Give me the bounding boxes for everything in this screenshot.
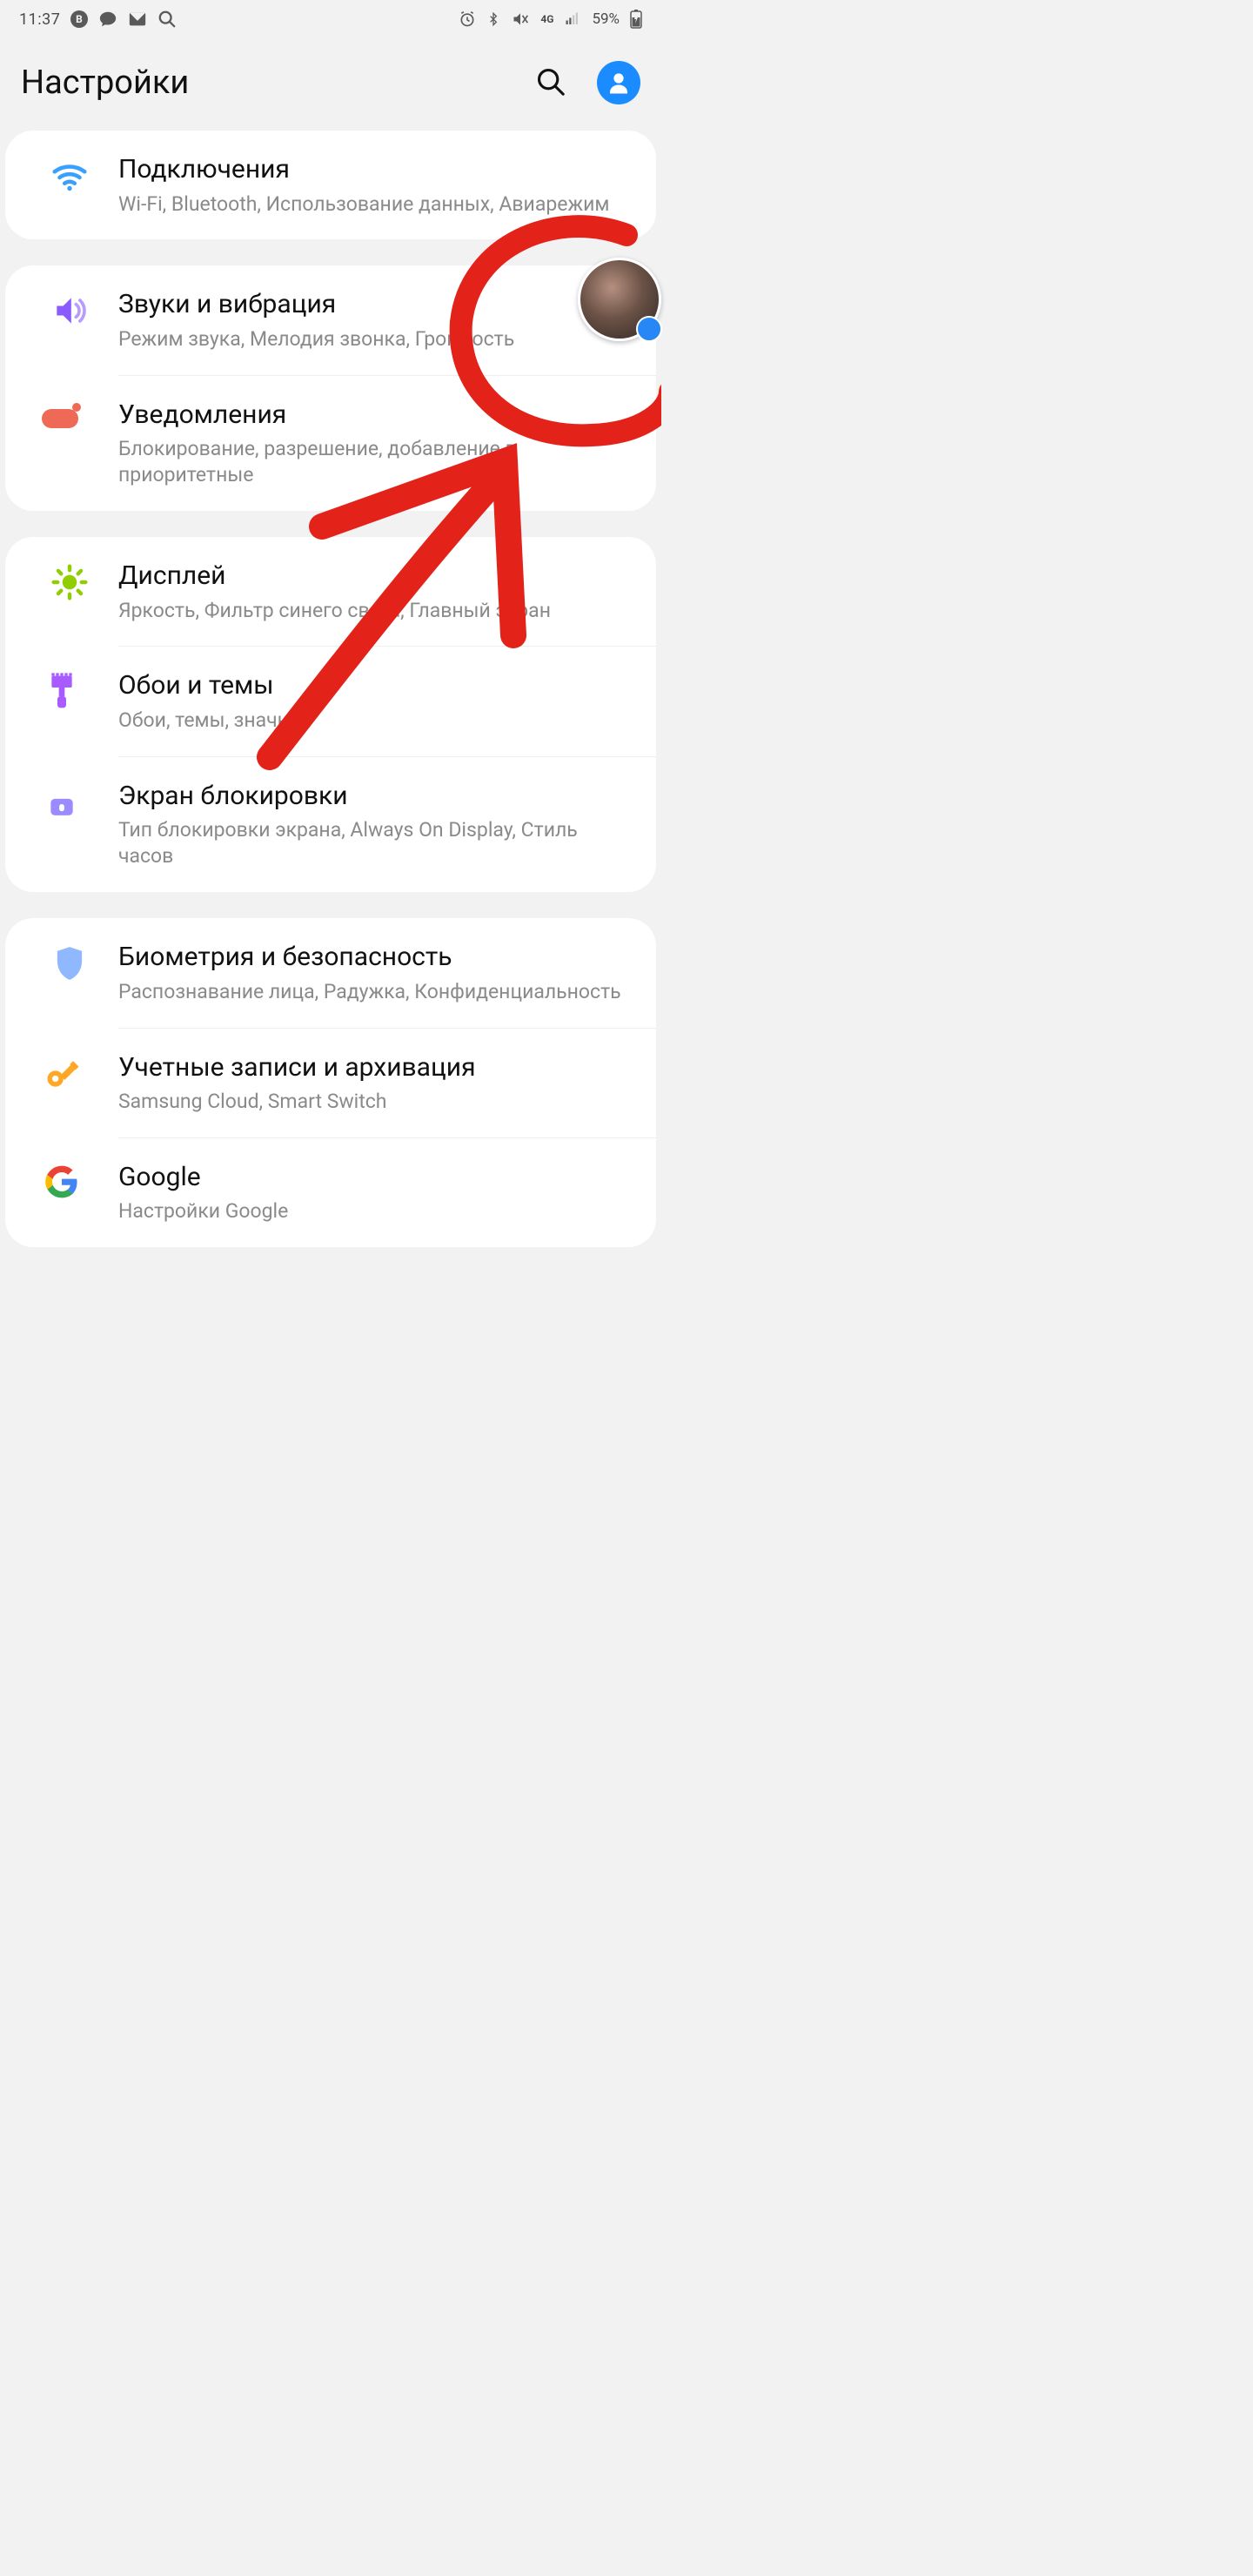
row-title: Учетные записи и архивация	[118, 1051, 635, 1084]
shield-icon	[21, 941, 118, 983]
row-google[interactable]: Google Настройки Google	[118, 1137, 656, 1247]
bluetooth-icon	[486, 10, 500, 28]
notification-icon	[5, 399, 118, 430]
profile-button[interactable]	[597, 61, 640, 104]
row-subtitle: Распознавание лица, Радужка, Конфиденциа…	[118, 979, 635, 1005]
profile-avatar-icon	[597, 61, 640, 104]
row-subtitle: Обои, темы, значки	[118, 708, 635, 734]
lock-icon	[5, 780, 118, 820]
row-title: Экран блокировки	[118, 780, 635, 813]
row-sounds[interactable]: Звуки и вибрация Режим звука, Мелодия зв…	[5, 265, 656, 374]
row-title: Подключения	[118, 153, 635, 186]
status-bar: 11:37 B 4G 59%	[0, 0, 661, 38]
network-type: 4G	[540, 14, 553, 24]
paintbrush-icon	[5, 669, 118, 711]
alarm-icon	[459, 10, 476, 28]
brightness-icon	[21, 560, 118, 601]
row-connections[interactable]: Подключения Wi-Fi, Bluetooth, Использова…	[5, 131, 656, 239]
row-subtitle: Режим звука, Мелодия звонка, Громкость	[118, 326, 635, 352]
page-title: Настройки	[21, 64, 536, 102]
row-subtitle: Тип блокировки экрана, Always On Display…	[118, 817, 635, 869]
settings-group: Дисплей Яркость, Фильтр синего света, Гл…	[5, 537, 656, 892]
row-title: Звуки и вибрация	[118, 288, 635, 321]
row-biometrics[interactable]: Биометрия и безопасность Распознавание л…	[5, 918, 656, 1027]
key-icon	[5, 1051, 118, 1093]
settings-group: Подключения Wi-Fi, Bluetooth, Использова…	[5, 131, 656, 239]
row-display[interactable]: Дисплей Яркость, Фильтр синего света, Гл…	[5, 537, 656, 646]
row-title: Обои и темы	[118, 669, 635, 702]
row-title: Биометрия и безопасность	[118, 941, 635, 974]
row-subtitle: Блокирование, разрешение, добавление в п…	[118, 436, 635, 488]
settings-group: Звуки и вибрация Режим звука, Мелодия зв…	[5, 265, 656, 511]
row-subtitle: Wi-Fi, Bluetooth, Использование данных, …	[118, 191, 635, 218]
mute-icon	[511, 10, 530, 28]
row-title: Дисплей	[118, 560, 635, 593]
settings-list: Подключения Wi-Fi, Bluetooth, Использова…	[0, 131, 661, 1247]
row-wallpaper[interactable]: Обои и темы Обои, темы, значки	[118, 646, 656, 755]
row-notifications[interactable]: Уведомления Блокирование, разрешение, до…	[118, 375, 656, 511]
settings-group: Биометрия и безопасность Распознавание л…	[5, 918, 656, 1247]
status-clock: 11:37	[19, 10, 60, 29]
search-button[interactable]	[536, 67, 566, 99]
app-header: Настройки	[0, 38, 661, 131]
signal-icon	[564, 11, 581, 27]
row-subtitle: Яркость, Фильтр синего света, Главный эк…	[118, 598, 635, 624]
message-icon	[98, 10, 117, 29]
row-accounts[interactable]: Учетные записи и архивация Samsung Cloud…	[118, 1028, 656, 1137]
row-subtitle: Samsung Cloud, Smart Switch	[118, 1089, 635, 1115]
chat-head-bubble[interactable]	[578, 258, 661, 341]
search-icon	[536, 67, 566, 97]
svg-text:B: B	[76, 13, 83, 25]
battery-icon	[630, 10, 642, 29]
row-title: Уведомления	[118, 399, 635, 432]
row-lockscreen[interactable]: Экран блокировки Тип блокировки экрана, …	[118, 756, 656, 892]
google-icon	[5, 1161, 118, 1199]
row-title: Google	[118, 1161, 635, 1194]
app-badge-icon: B	[70, 10, 88, 28]
sound-icon	[21, 288, 118, 330]
battery-percent: 59%	[592, 10, 620, 28]
wifi-icon	[21, 153, 118, 197]
screenshot-icon	[128, 10, 147, 29]
row-subtitle: Настройки Google	[118, 1198, 635, 1224]
search-small-icon	[157, 10, 177, 29]
